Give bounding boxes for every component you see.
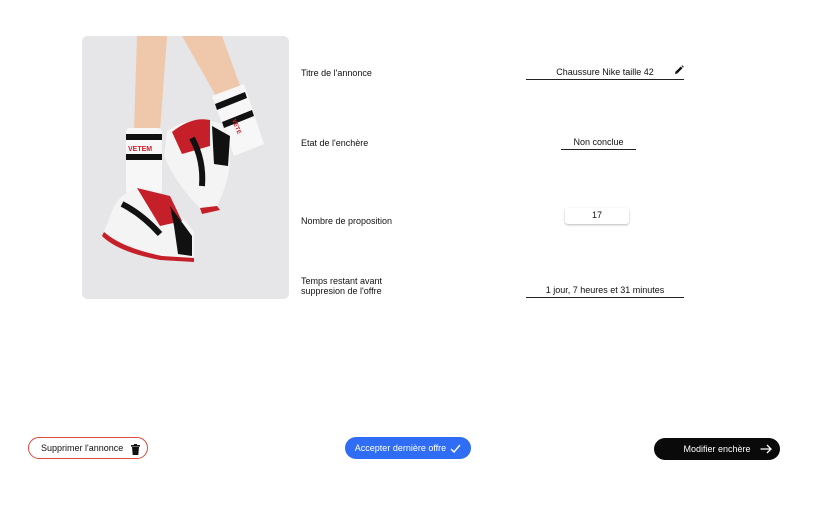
title-label: Titre de l'annonce	[301, 68, 372, 78]
title-field[interactable]: Chaussure Nike taille 42	[526, 65, 684, 80]
check-icon	[450, 444, 461, 453]
pencil-icon[interactable]	[674, 65, 684, 75]
title-value: Chaussure Nike taille 42	[556, 67, 654, 77]
auction-state-label: Etat de l'enchère	[301, 138, 369, 148]
trash-icon	[131, 444, 140, 455]
accept-last-offer-button[interactable]: Accepter dernière offre	[345, 437, 471, 459]
remaining-time-value: 1 jour, 7 heures et 31 minutes	[526, 285, 684, 298]
sneakers-illustration: VETEM VETE	[82, 36, 289, 299]
remaining-time-label-line1: Temps restant avant	[301, 276, 383, 286]
accept-last-offer-label: Accepter dernière offre	[354, 443, 447, 453]
modify-auction-button[interactable]: Modifier enchère	[654, 438, 780, 460]
modify-auction-label: Modifier enchère	[683, 444, 751, 454]
offer-count-value: 17	[565, 208, 629, 224]
delete-listing-button[interactable]: Supprimer l'annonce	[28, 437, 148, 459]
offer-count-label: Nombre de proposition	[301, 216, 393, 226]
auction-state-value: Non conclue	[561, 137, 636, 150]
remaining-time-label-line2: suppresion de l'offre	[301, 286, 382, 296]
svg-text:VETEM: VETEM	[128, 146, 152, 153]
remaining-time-label: Temps restant avant suppresion de l'offr…	[301, 276, 382, 296]
arrow-right-icon	[760, 444, 772, 454]
listing-detail-page: VETEM VETE Titre de l'annonce Etat de l'…	[0, 0, 831, 505]
product-photo: VETEM VETE	[82, 36, 289, 299]
delete-listing-label: Supprimer l'annonce	[41, 443, 124, 453]
